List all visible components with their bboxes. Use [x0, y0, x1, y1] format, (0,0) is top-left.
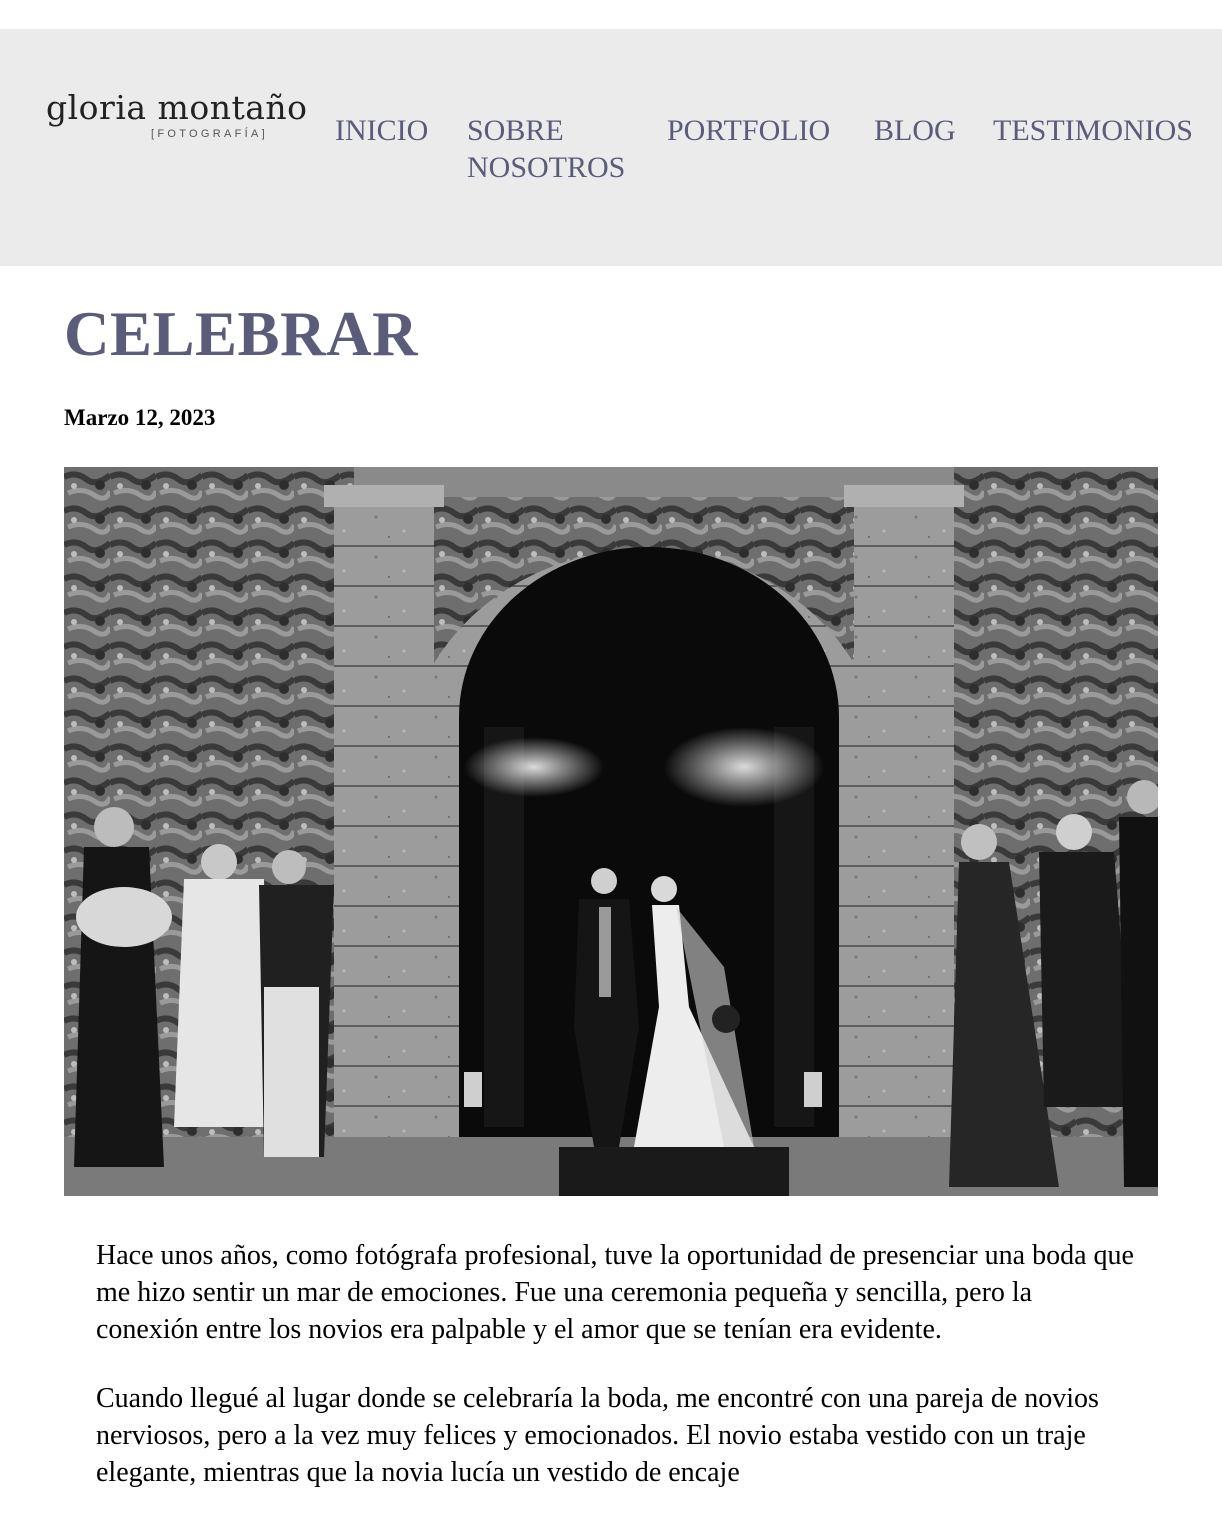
logo-name: gloria montaño [46, 88, 308, 127]
post-title: CELEBRAR [64, 299, 419, 369]
post-date: Marzo 12, 2023 [64, 405, 216, 430]
post-paragraph: Cuando llegué al lugar donde se celebrar… [96, 1383, 1099, 1488]
nav-item-testimonios[interactable]: TESTIMONIOS [993, 112, 1193, 149]
site-logo[interactable]: gloria montaño [FOTOGRAFÍA] [46, 88, 308, 148]
logo-subtitle: [FOTOGRAFÍA] [151, 128, 269, 140]
post-paragraph: Hace unos años, como fotógrafa profesion… [96, 1240, 1134, 1345]
nav-item-inicio[interactable]: INICIO [335, 112, 428, 149]
nav-item-blog[interactable]: BLOG [874, 112, 956, 149]
nav-item-sobre-nosotros[interactable]: SOBRE NOSOTROS [467, 112, 657, 186]
nav-item-portfolio[interactable]: PORTFOLIO [667, 112, 830, 149]
wedding-photo [64, 467, 1158, 1196]
post-body: Hace unos años, como fotógrafa profesion… [96, 1237, 1136, 1523]
